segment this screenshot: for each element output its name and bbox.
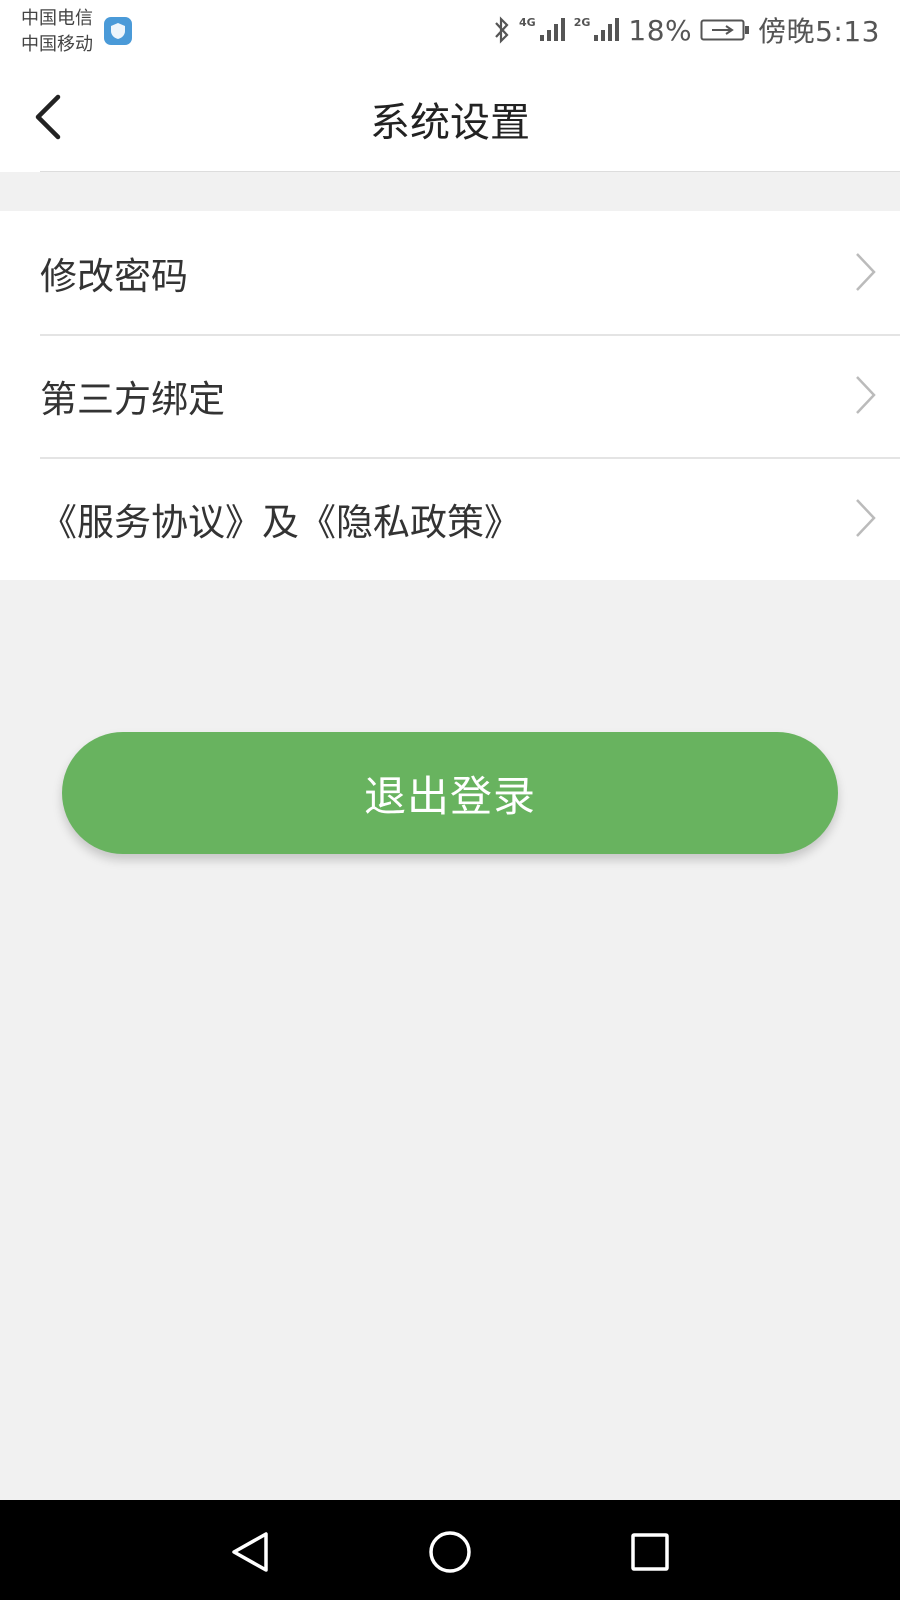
chevron-right-icon: [856, 499, 876, 537]
signal-icon-2: [594, 18, 620, 41]
menu-item-agreement-privacy[interactable]: 《服务协议》及《隐私政策》: [0, 457, 900, 580]
header-divider: [40, 171, 900, 172]
security-shield-icon: [104, 17, 132, 45]
clock: 傍晚5:13: [758, 15, 880, 48]
triangle-back-icon: [232, 1532, 268, 1572]
menu-item-label: 《服务协议》及《隐私政策》: [40, 500, 521, 544]
carrier-2: 中国移动: [21, 34, 93, 55]
menu-item-third-party-binding[interactable]: 第三方绑定: [0, 334, 900, 457]
carrier-info: 中国电信 中国移动: [21, 6, 93, 58]
menu-item-change-password[interactable]: 修改密码: [0, 211, 900, 334]
status-indicators: 4G 2G 18% 傍晚5:13: [493, 10, 880, 50]
status-bar: 中国电信 中国移动 4G 2G 18% 傍晚5:13: [0, 0, 900, 62]
logout-button[interactable]: 退出登录: [62, 732, 838, 854]
app-header: 系统设置: [0, 62, 900, 172]
circle-home-icon: [429, 1531, 471, 1573]
square-recents-icon: [631, 1533, 669, 1571]
nav-back-button[interactable]: [218, 1520, 282, 1584]
signal-icon-1: [539, 18, 565, 41]
nav-home-button[interactable]: [418, 1520, 482, 1584]
menu-item-label: 修改密码: [40, 254, 188, 298]
settings-menu: 修改密码 第三方绑定 《服务协议》及《隐私政策》: [0, 211, 900, 580]
page-title: 系统设置: [370, 100, 530, 146]
carrier-1: 中国电信: [21, 8, 93, 29]
battery-charging-icon: [700, 19, 750, 41]
nav-recents-button[interactable]: [618, 1520, 682, 1584]
bluetooth-icon: [495, 16, 509, 44]
chevron-right-icon: [856, 376, 876, 414]
network-type-2: 2G: [573, 15, 591, 29]
menu-item-label: 第三方绑定: [40, 377, 225, 421]
battery-percent: 18%: [628, 13, 693, 47]
chevron-right-icon: [856, 253, 876, 291]
network-type-1: 4G: [519, 15, 536, 29]
system-nav-bar: [0, 1500, 900, 1600]
logout-label: 退出登录: [363, 771, 536, 821]
